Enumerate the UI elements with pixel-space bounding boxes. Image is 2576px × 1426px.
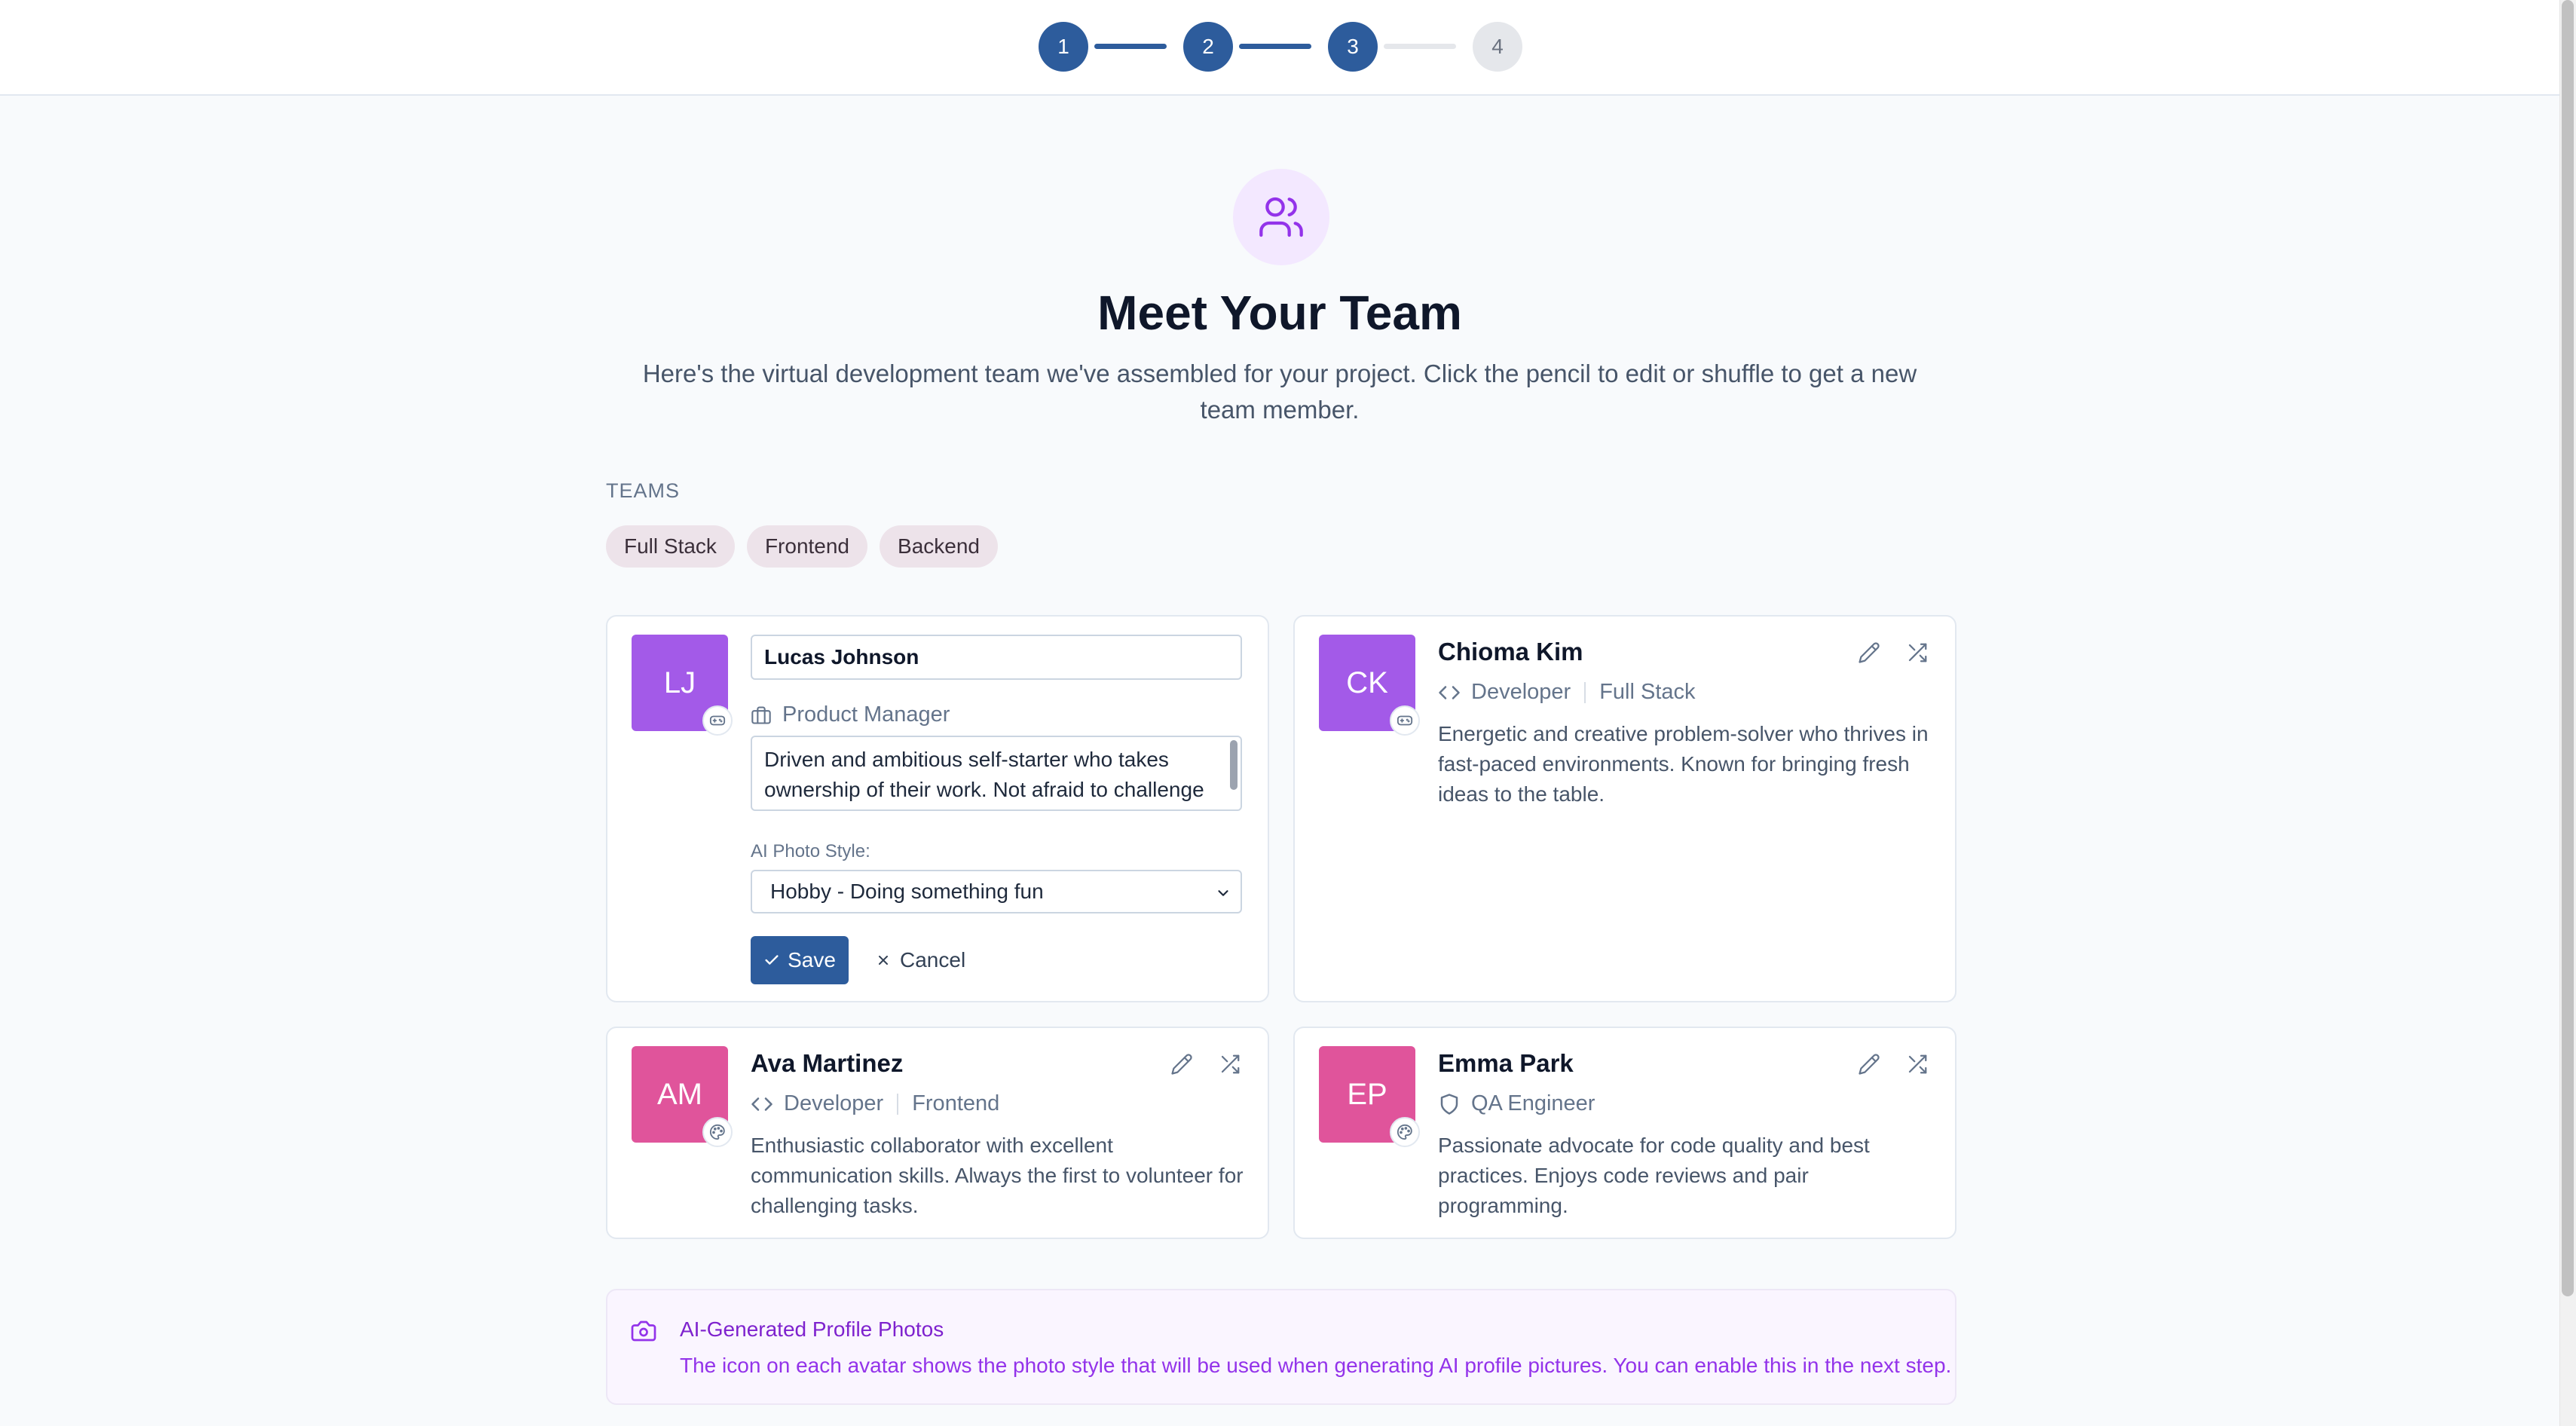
- top-bar: 1 2 3 4: [0, 0, 2559, 96]
- member-role-label: Developer: [784, 1091, 884, 1115]
- member-name: Chioma Kim: [1438, 638, 1583, 666]
- member-team-label: Full Stack: [1599, 680, 1696, 704]
- photo-style-select[interactable]: Hobby - Doing something fun: [751, 870, 1242, 913]
- page-subtitle: Here's the virtual development team we'v…: [642, 360, 1917, 424]
- info-text: The icon on each avatar shows the photo …: [680, 1354, 1952, 1377]
- member-role: Developer Full Stack: [1438, 680, 1696, 705]
- avatar-initials: AM: [657, 1077, 702, 1111]
- code-icon: [1439, 685, 1460, 699]
- avatar-initials: EP: [1347, 1077, 1387, 1111]
- save-button[interactable]: Save: [751, 936, 849, 984]
- shield-icon: [1440, 1093, 1458, 1115]
- pencil-icon[interactable]: [1856, 1051, 1883, 1078]
- pencil-icon[interactable]: [1856, 639, 1883, 666]
- member-role-label: Developer: [1471, 680, 1571, 704]
- avatar: EP: [1319, 1046, 1420, 1147]
- cancel-label: Cancel: [900, 948, 966, 972]
- users-icon: [1233, 169, 1329, 265]
- team-chip-backend[interactable]: Backend: [880, 525, 998, 568]
- member-card-editing: LJ Product Manager Driven and ambitious …: [606, 615, 1269, 1002]
- gamepad-icon: [702, 705, 733, 736]
- member-role-label: Product Manager: [782, 702, 950, 727]
- shuffle-icon[interactable]: [1216, 1051, 1244, 1078]
- step-connector: [1239, 44, 1311, 49]
- member-team-label: Frontend: [912, 1091, 1000, 1115]
- description-scrollbar[interactable]: [1230, 740, 1238, 790]
- member-name: Emma Park: [1438, 1049, 1574, 1077]
- member-role: QA Engineer: [1438, 1091, 1595, 1116]
- page-scrollbar-thumb[interactable]: [2562, 0, 2574, 1296]
- avatar-initials: LJ: [663, 666, 696, 699]
- page-title: Meet Your Team: [1097, 286, 1462, 340]
- team-chip-frontend[interactable]: Frontend: [746, 525, 868, 568]
- shuffle-icon[interactable]: [1904, 639, 1931, 666]
- avatar: CK: [1319, 635, 1420, 736]
- member-card: AM Ava Martinez Developer Frontend Enthu…: [606, 1027, 1269, 1239]
- divider: [897, 1093, 899, 1115]
- member-description: Passionate advocate for code quality and…: [1438, 1134, 1870, 1217]
- briefcase-icon: [751, 705, 771, 724]
- photo-style-label: AI Photo Style:: [751, 841, 870, 861]
- step-2[interactable]: 2: [1183, 22, 1233, 72]
- info-title: AI-Generated Profile Photos: [680, 1317, 944, 1341]
- close-icon: [879, 956, 888, 965]
- member-name-input[interactable]: [751, 635, 1242, 680]
- member-name: Ava Martinez: [751, 1049, 904, 1077]
- step-connector: [1094, 44, 1167, 49]
- camera-icon: [631, 1320, 656, 1342]
- team-chip-full-stack[interactable]: Full Stack: [606, 525, 735, 568]
- page-scrollbar[interactable]: [2559, 0, 2576, 1426]
- chevron-down-icon: [1218, 890, 1228, 896]
- member-description: Energetic and creative problem-solver wh…: [1438, 722, 1929, 806]
- code-icon: [751, 1097, 772, 1111]
- avatar-initials: CK: [1346, 666, 1388, 699]
- check-icon: [765, 955, 779, 965]
- member-description: Enthusiastic collaborator with excellent…: [751, 1134, 1244, 1217]
- save-label: Save: [788, 948, 836, 972]
- info-box: AI-Generated Profile Photos The icon on …: [606, 1289, 1956, 1405]
- teams-label: TEAMS: [606, 479, 681, 502]
- step-connector: [1384, 44, 1456, 49]
- member-role: Product Manager: [751, 702, 950, 727]
- member-role-label: QA Engineer: [1471, 1091, 1595, 1115]
- member-role: Developer Frontend: [751, 1091, 999, 1116]
- team-chips: Full Stack Frontend Backend: [606, 525, 998, 568]
- step-1[interactable]: 1: [1039, 22, 1088, 72]
- card-actions: [1856, 1051, 1931, 1078]
- palette-icon: [1390, 1117, 1420, 1147]
- step-4: 4: [1473, 22, 1522, 72]
- member-description-input[interactable]: Driven and ambitious self-starter who ta…: [751, 736, 1242, 811]
- step-3[interactable]: 3: [1328, 22, 1378, 72]
- member-card: EP Emma Park QA Engineer Passionate advo…: [1293, 1027, 1956, 1239]
- card-actions: [1856, 639, 1931, 666]
- card-actions: [1168, 1051, 1244, 1078]
- cancel-button[interactable]: Cancel: [876, 936, 965, 984]
- shuffle-icon[interactable]: [1904, 1051, 1931, 1078]
- pencil-icon[interactable]: [1168, 1051, 1195, 1078]
- member-card: CK Chioma Kim Developer Full Stack Energ…: [1293, 615, 1956, 1002]
- photo-style-value: Hobby - Doing something fun: [770, 880, 1044, 903]
- gamepad-icon: [1390, 705, 1420, 736]
- palette-icon: [702, 1117, 733, 1147]
- avatar: LJ: [632, 635, 733, 736]
- avatar: AM: [632, 1046, 733, 1147]
- divider: [1584, 681, 1586, 703]
